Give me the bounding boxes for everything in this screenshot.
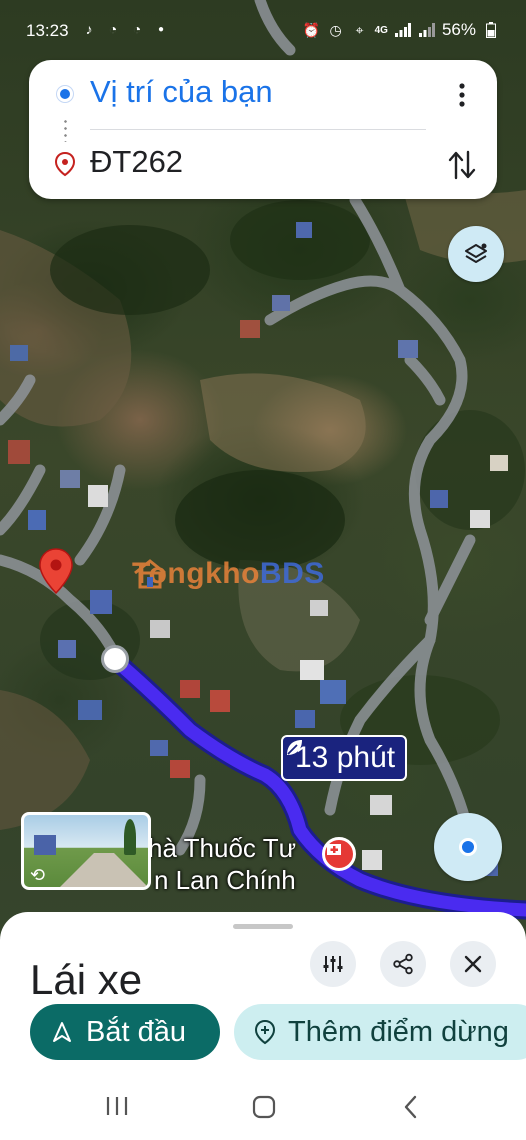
recent-apps-icon[interactable] (104, 1094, 130, 1118)
battery-icon (482, 21, 500, 39)
network-type: 4G (374, 24, 388, 36)
route-connector (64, 118, 67, 142)
add-location-icon (254, 1019, 276, 1045)
thumb-tree (124, 819, 136, 855)
route-start-marker (101, 645, 129, 673)
back-icon[interactable] (400, 1094, 422, 1120)
watermark-text-2: BDS (259, 557, 325, 590)
close-icon (464, 955, 482, 973)
layers-button[interactable] (448, 226, 504, 282)
navigation-arrow-icon (53, 1022, 71, 1042)
route-duration-label[interactable]: 13 phút (281, 735, 408, 781)
close-button[interactable] (450, 941, 496, 987)
signal-icon-2 (418, 21, 436, 39)
location-icon: ⌖ (355, 21, 364, 38)
my-location-dot-icon (459, 838, 477, 856)
destination-field[interactable]: ĐT262 (90, 144, 183, 180)
destination-pin-small-icon (54, 151, 76, 177)
place-label-line2: n Lan Chính (154, 865, 296, 895)
eco-leaf-icon (287, 740, 302, 755)
home-icon[interactable] (251, 1094, 277, 1120)
route-options-button[interactable] (310, 941, 356, 987)
divider (90, 129, 426, 130)
add-stop-label: Thêm điểm dừng (288, 1015, 509, 1048)
my-location-button[interactable] (434, 813, 502, 881)
start-navigation-button[interactable]: Bắt đầu (30, 1004, 220, 1060)
status-bar: 13:23 ♪ ◔ ◔ ● ⏰ ◷ ⌖ 4G 56% (0, 0, 526, 60)
street-view-thumbnail[interactable]: ⟲ (21, 812, 151, 890)
share-icon (393, 953, 413, 975)
layers-icon (465, 243, 487, 263)
add-stop-button[interactable]: Thêm điểm dừng (234, 1004, 526, 1060)
sheet-drag-handle[interactable] (233, 924, 293, 929)
pharmacy-marker-icon[interactable] (322, 837, 356, 871)
status-time: 13:23 (26, 21, 69, 40)
more-options-icon[interactable] (450, 80, 474, 110)
system-nav-bar (0, 1070, 526, 1140)
destination-pin-icon[interactable] (38, 547, 74, 595)
messenger-icon-2: ◔ (132, 21, 142, 37)
tiktok-icon: ♪ (85, 21, 93, 37)
notification-dot-icon: ● (157, 23, 165, 35)
house-icon (134, 559, 166, 589)
origin-field[interactable]: Vị trí của bạn (90, 74, 273, 110)
place-label-line1: hà Thuốc Tư (148, 833, 296, 863)
origin-dot-icon (57, 86, 73, 102)
duration-text: 13 phút (295, 741, 396, 774)
clock-icon: ◷ (329, 21, 342, 38)
thumb-house (34, 835, 56, 855)
share-button[interactable] (380, 941, 426, 987)
signal-icon (394, 21, 412, 39)
rotate-360-icon: ⟲ (30, 865, 46, 885)
watermark: Tongkho BDS (132, 557, 325, 591)
travel-mode-title: Lái xe (30, 956, 143, 1003)
alarm-icon: ⏰ (302, 21, 321, 38)
place-label[interactable]: hà Thuốc Tư n Lan Chính (148, 832, 296, 896)
swap-direction-icon[interactable] (447, 148, 477, 182)
tune-icon (323, 956, 343, 972)
battery-percent: 56% (441, 20, 476, 39)
thumb-road (54, 853, 148, 887)
start-label: Bắt đầu (86, 1015, 186, 1048)
messenger-icon: ◔ (108, 21, 118, 37)
